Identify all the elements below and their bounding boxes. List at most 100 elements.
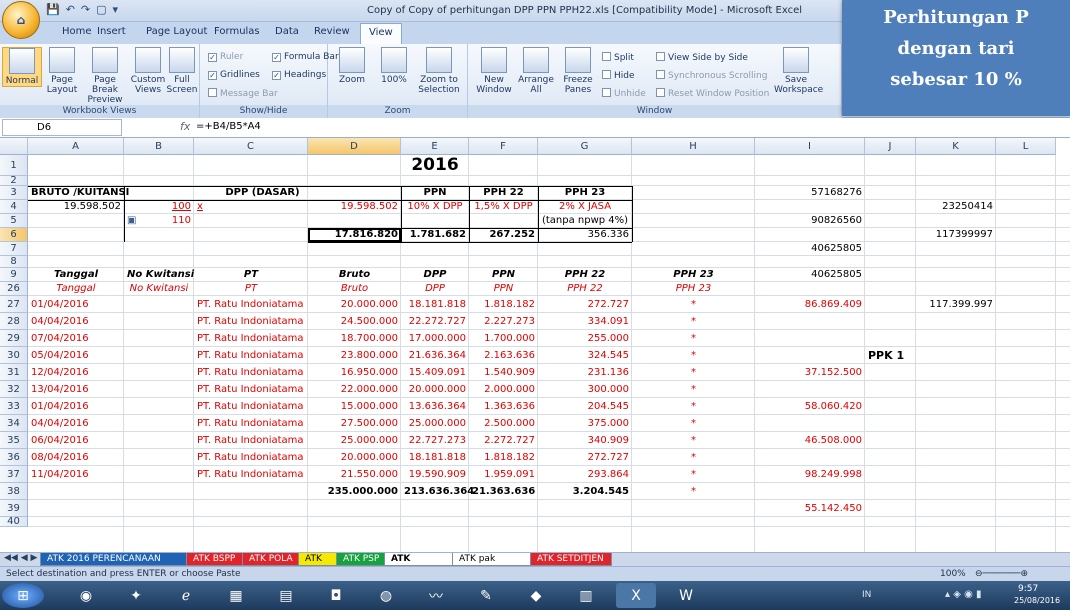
data-bruto[interactable]: 21.550.000 <box>308 466 401 483</box>
data-pph22[interactable]: 204.545 <box>538 398 632 415</box>
row-header-31[interactable]: 31 <box>0 364 28 381</box>
row-header-33[interactable]: 33 <box>0 398 28 415</box>
table-header2-c[interactable]: PT <box>194 282 308 296</box>
header-bruto[interactable]: BRUTO /KUITANSI <box>28 186 129 200</box>
data-k[interactable]: 117.399.997 <box>916 296 996 313</box>
sheet-tab[interactable]: ATK PSP <box>336 553 388 566</box>
row-header-32[interactable]: 32 <box>0 381 28 398</box>
cell-e4[interactable]: 10% X DPP <box>401 200 469 214</box>
table-header2-e[interactable]: DPP <box>401 282 469 296</box>
data-dpp[interactable]: 18.181.818 <box>401 296 469 313</box>
data-ppn[interactable]: 1.818.182 <box>469 449 538 466</box>
data-pph22[interactable]: 231.136 <box>538 364 632 381</box>
formula-input[interactable]: =+B4/B5*A4 <box>196 121 261 132</box>
row-header-36[interactable]: 36 <box>0 449 28 466</box>
page-break-preview-button[interactable]: Page Break Preview <box>82 47 128 105</box>
data-pph22[interactable]: 340.909 <box>538 432 632 449</box>
cell-k6[interactable]: 117399997 <box>916 228 996 242</box>
data-pt[interactable]: PT. Ratu Indoniatama <box>194 347 308 364</box>
data-pt[interactable]: PT. Ratu Indoniatama <box>194 330 308 347</box>
firefox-taskbar-icon[interactable]: ◍ <box>366 583 406 608</box>
app-taskbar-icon[interactable]: ✦ <box>116 583 156 608</box>
column-header-f[interactable]: F <box>469 138 538 155</box>
zoom-slider[interactable]: ⊖───────⊕ <box>975 567 1028 581</box>
gridlines-checkbox[interactable]: ✓ Gridlines <box>208 70 260 80</box>
ie-taskbar-icon[interactable]: ℯ <box>166 583 206 608</box>
tab-view[interactable]: View <box>360 23 402 44</box>
row-header-40[interactable]: 40 <box>0 517 28 527</box>
chart-app-taskbar-icon[interactable]: 〰 <box>416 583 456 608</box>
headings-checkbox[interactable]: ✓ Headings <box>272 70 326 80</box>
row-header-29[interactable]: 29 <box>0 330 28 347</box>
row-header-27[interactable]: 27 <box>0 296 28 313</box>
word-taskbar-icon[interactable]: W <box>666 583 706 608</box>
row-header-28[interactable]: 28 <box>0 313 28 330</box>
cell-g4[interactable]: 2% X JASA <box>538 200 632 214</box>
data-ppn[interactable]: 2.163.636 <box>469 347 538 364</box>
row-header-8[interactable]: 8 <box>0 256 28 268</box>
table-header2-a[interactable]: Tanggal <box>28 282 124 296</box>
sheet-tab[interactable]: ATK BSPP <box>186 553 246 566</box>
column-header-g[interactable]: G <box>538 138 632 155</box>
data-pt[interactable]: PT. Ratu Indoniatama <box>194 432 308 449</box>
redo-icon[interactable]: ↷ <box>81 3 90 16</box>
cell-k4[interactable]: 23250414 <box>916 200 996 214</box>
data-pph22[interactable]: 255.000 <box>538 330 632 347</box>
data-bruto[interactable]: 20.000.000 <box>308 296 401 313</box>
data-ppn[interactable]: 1.818.182 <box>469 296 538 313</box>
data-date[interactable]: 12/04/2016 <box>28 364 124 381</box>
normal-view-button[interactable]: Normal <box>2 47 42 87</box>
data-date[interactable]: 04/04/2016 <box>28 415 124 432</box>
unhide-button[interactable]: Unhide <box>602 88 646 99</box>
cell-e6[interactable]: 1.781.682 <box>401 228 469 242</box>
row-header-4[interactable]: 4 <box>0 200 28 214</box>
hide-button[interactable]: Hide <box>602 70 635 81</box>
cell-i5[interactable]: 90826560 <box>755 214 865 228</box>
data-pt[interactable]: PT. Ratu Indoniatama <box>194 296 308 313</box>
freeze-panes-button[interactable]: Freeze Panes <box>558 47 598 95</box>
data-pt[interactable]: PT. Ratu Indoniatama <box>194 449 308 466</box>
data-pph23[interactable]: * <box>632 432 755 449</box>
header-pph22[interactable]: PPH 22 <box>469 186 538 200</box>
data-bruto[interactable]: 18.700.000 <box>308 330 401 347</box>
column-header-d[interactable]: D <box>308 138 401 155</box>
start-button[interactable]: ⊞ <box>2 583 44 608</box>
cell-j30[interactable]: PPK 1 <box>865 347 916 364</box>
data-pph22[interactable]: 293.864 <box>538 466 632 483</box>
data-pph22[interactable]: 272.727 <box>538 449 632 466</box>
cell-d4[interactable]: 19.598.502 <box>308 200 401 214</box>
column-header-b[interactable]: B <box>124 138 194 155</box>
row-header-38[interactable]: 38 <box>0 483 28 500</box>
data-i[interactable]: 98.249.998 <box>755 466 865 483</box>
year-title[interactable]: 2016 <box>401 155 469 176</box>
data-pph23[interactable]: * <box>632 296 755 313</box>
column-header-h[interactable]: H <box>632 138 755 155</box>
data-bruto[interactable]: 15.000.000 <box>308 398 401 415</box>
row-header-2[interactable]: 2 <box>0 176 28 186</box>
cell-i7[interactable]: 40625805 <box>755 242 865 256</box>
table-header-a[interactable]: Tanggal <box>28 268 124 282</box>
data-ppn[interactable]: 2.227.273 <box>469 313 538 330</box>
data-pt[interactable]: PT. Ratu Indoniatama <box>194 313 308 330</box>
row-header-35[interactable]: 35 <box>0 432 28 449</box>
data-bruto[interactable]: 20.000.000 <box>308 449 401 466</box>
sheet-tab[interactable]: ATK EV <box>298 553 340 577</box>
data-ppn[interactable]: 2.272.727 <box>469 432 538 449</box>
data-pph23[interactable]: * <box>632 330 755 347</box>
cell-i3[interactable]: 57168276 <box>755 186 865 200</box>
page-layout-view-button[interactable]: Page Layout <box>42 47 82 95</box>
data-pt[interactable]: PT. Ratu Indoniatama <box>194 415 308 432</box>
tab-formulas[interactable]: Formulas <box>214 26 260 37</box>
sheet-tab[interactable]: ATK POLA <box>242 553 302 566</box>
data-date[interactable]: 06/04/2016 <box>28 432 124 449</box>
cell-g5[interactable]: (tanpa npwp 4%) <box>538 214 632 228</box>
split-button[interactable]: Split <box>602 52 634 63</box>
tray-icons[interactable]: ▴ ◈ ◉ ▮ <box>945 589 981 600</box>
data-pph23[interactable]: * <box>632 347 755 364</box>
cell-c4[interactable]: x <box>194 200 308 214</box>
explorer-taskbar-icon[interactable]: ▤ <box>266 583 306 608</box>
sheet-tab[interactable]: ATK pak kadino <box>452 553 534 577</box>
row-header-5[interactable]: 5 <box>0 214 28 228</box>
cell-g6[interactable]: 356.336 <box>538 228 632 242</box>
save-icon[interactable]: 💾 <box>46 3 60 16</box>
